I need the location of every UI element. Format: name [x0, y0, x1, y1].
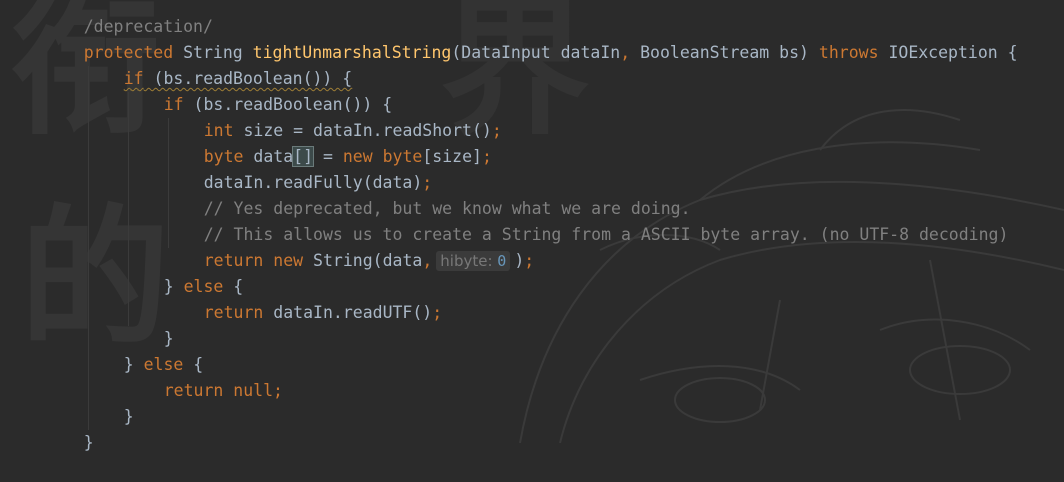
code-line: dataIn.readFully(data); [164, 144, 432, 192]
code-editor[interactable]: /deprecation/ protected String tightUnma… [0, 0, 1064, 452]
code-line: // Yes deprecated, but we know what we a… [164, 170, 691, 218]
code-line: } else { [124, 248, 244, 296]
code-token: dataIn.readUTF() [263, 303, 433, 322]
keyword: new [273, 251, 304, 270]
code-line: } [84, 378, 134, 426]
code-line-method-signature: protected String tightUnmarshalString(Da… [44, 14, 1018, 62]
comma: , [422, 251, 433, 270]
code-line: // This allows us to create a String fro… [164, 196, 1009, 244]
keyword: return [203, 303, 264, 322]
semicolon: ; [524, 251, 535, 270]
code-line: if (bs.readBoolean()) { [84, 40, 353, 88]
keyword: return [163, 381, 224, 400]
parameter-hint: hibyte: 0 [436, 251, 511, 271]
semicolon: ; [432, 303, 443, 322]
keyword: null [233, 381, 274, 400]
code-line: if (bs.readBoolean()) { [124, 66, 393, 114]
code-line: /deprecation/ [44, 0, 213, 36]
semicolon: ; [491, 121, 502, 140]
code-line: } [44, 404, 94, 452]
code-line: return new String(data, hibyte: 0); [164, 222, 534, 271]
parameter-hint-label: hibyte: [440, 252, 493, 270]
semicolon: ; [273, 381, 283, 400]
code-line: } else { [84, 326, 204, 374]
code-token: (DataInput dataIn [451, 43, 621, 62]
semicolon: ; [481, 147, 492, 166]
code-token: ) [514, 251, 525, 270]
code-token: IOException { [878, 43, 1018, 62]
parameter-hint-value: 0 [497, 252, 507, 270]
code-line: } [124, 300, 174, 348]
code-line: return dataIn.readUTF(); [164, 274, 442, 322]
code-token: BooleanStream bs) [630, 43, 819, 62]
code-token: } [123, 407, 134, 426]
code-line: byte data[] = new byte[size]; [164, 118, 492, 167]
keyword: throws [818, 43, 879, 62]
code-token: String(data [303, 251, 423, 270]
code-line: int size = dataIn.readShort(); [164, 92, 502, 140]
comma: , [620, 43, 631, 62]
code-line: return null; [124, 352, 283, 400]
